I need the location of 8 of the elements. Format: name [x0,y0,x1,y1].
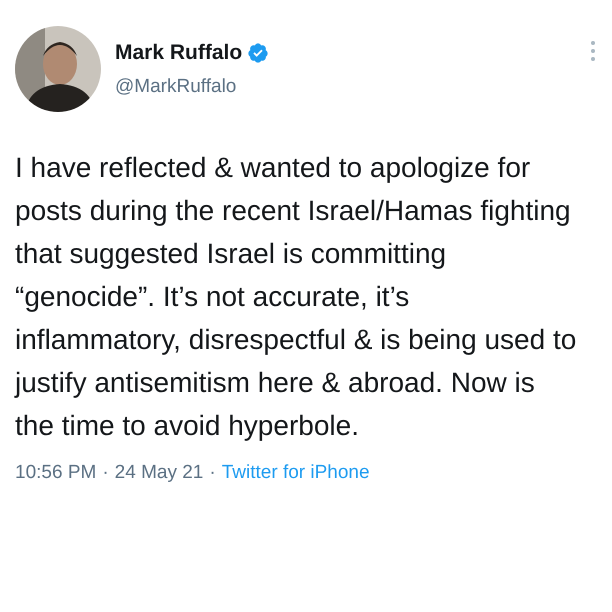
source-link[interactable]: Twitter for iPhone [222,459,370,488]
separator: · [102,461,109,485]
separator: · [209,461,216,485]
tweet-date: 24 May 21 [114,461,204,485]
author-handle: @MarkRuffalo [115,74,238,98]
tweet-text: I have reflected & wanted to apologize for posts during the recent Israel/Hamas fighting that suggested Israel is committing “genocide”. It’s not accurate, it’s inflammatory, disrespectful & is being used to justify antisemitism here & abroad. Now is the time to avoid hyperbole. [15,151,578,443]
author-name: Mark Ruffalo [115,40,242,66]
tweet-time: 10:56 PM [15,461,96,485]
